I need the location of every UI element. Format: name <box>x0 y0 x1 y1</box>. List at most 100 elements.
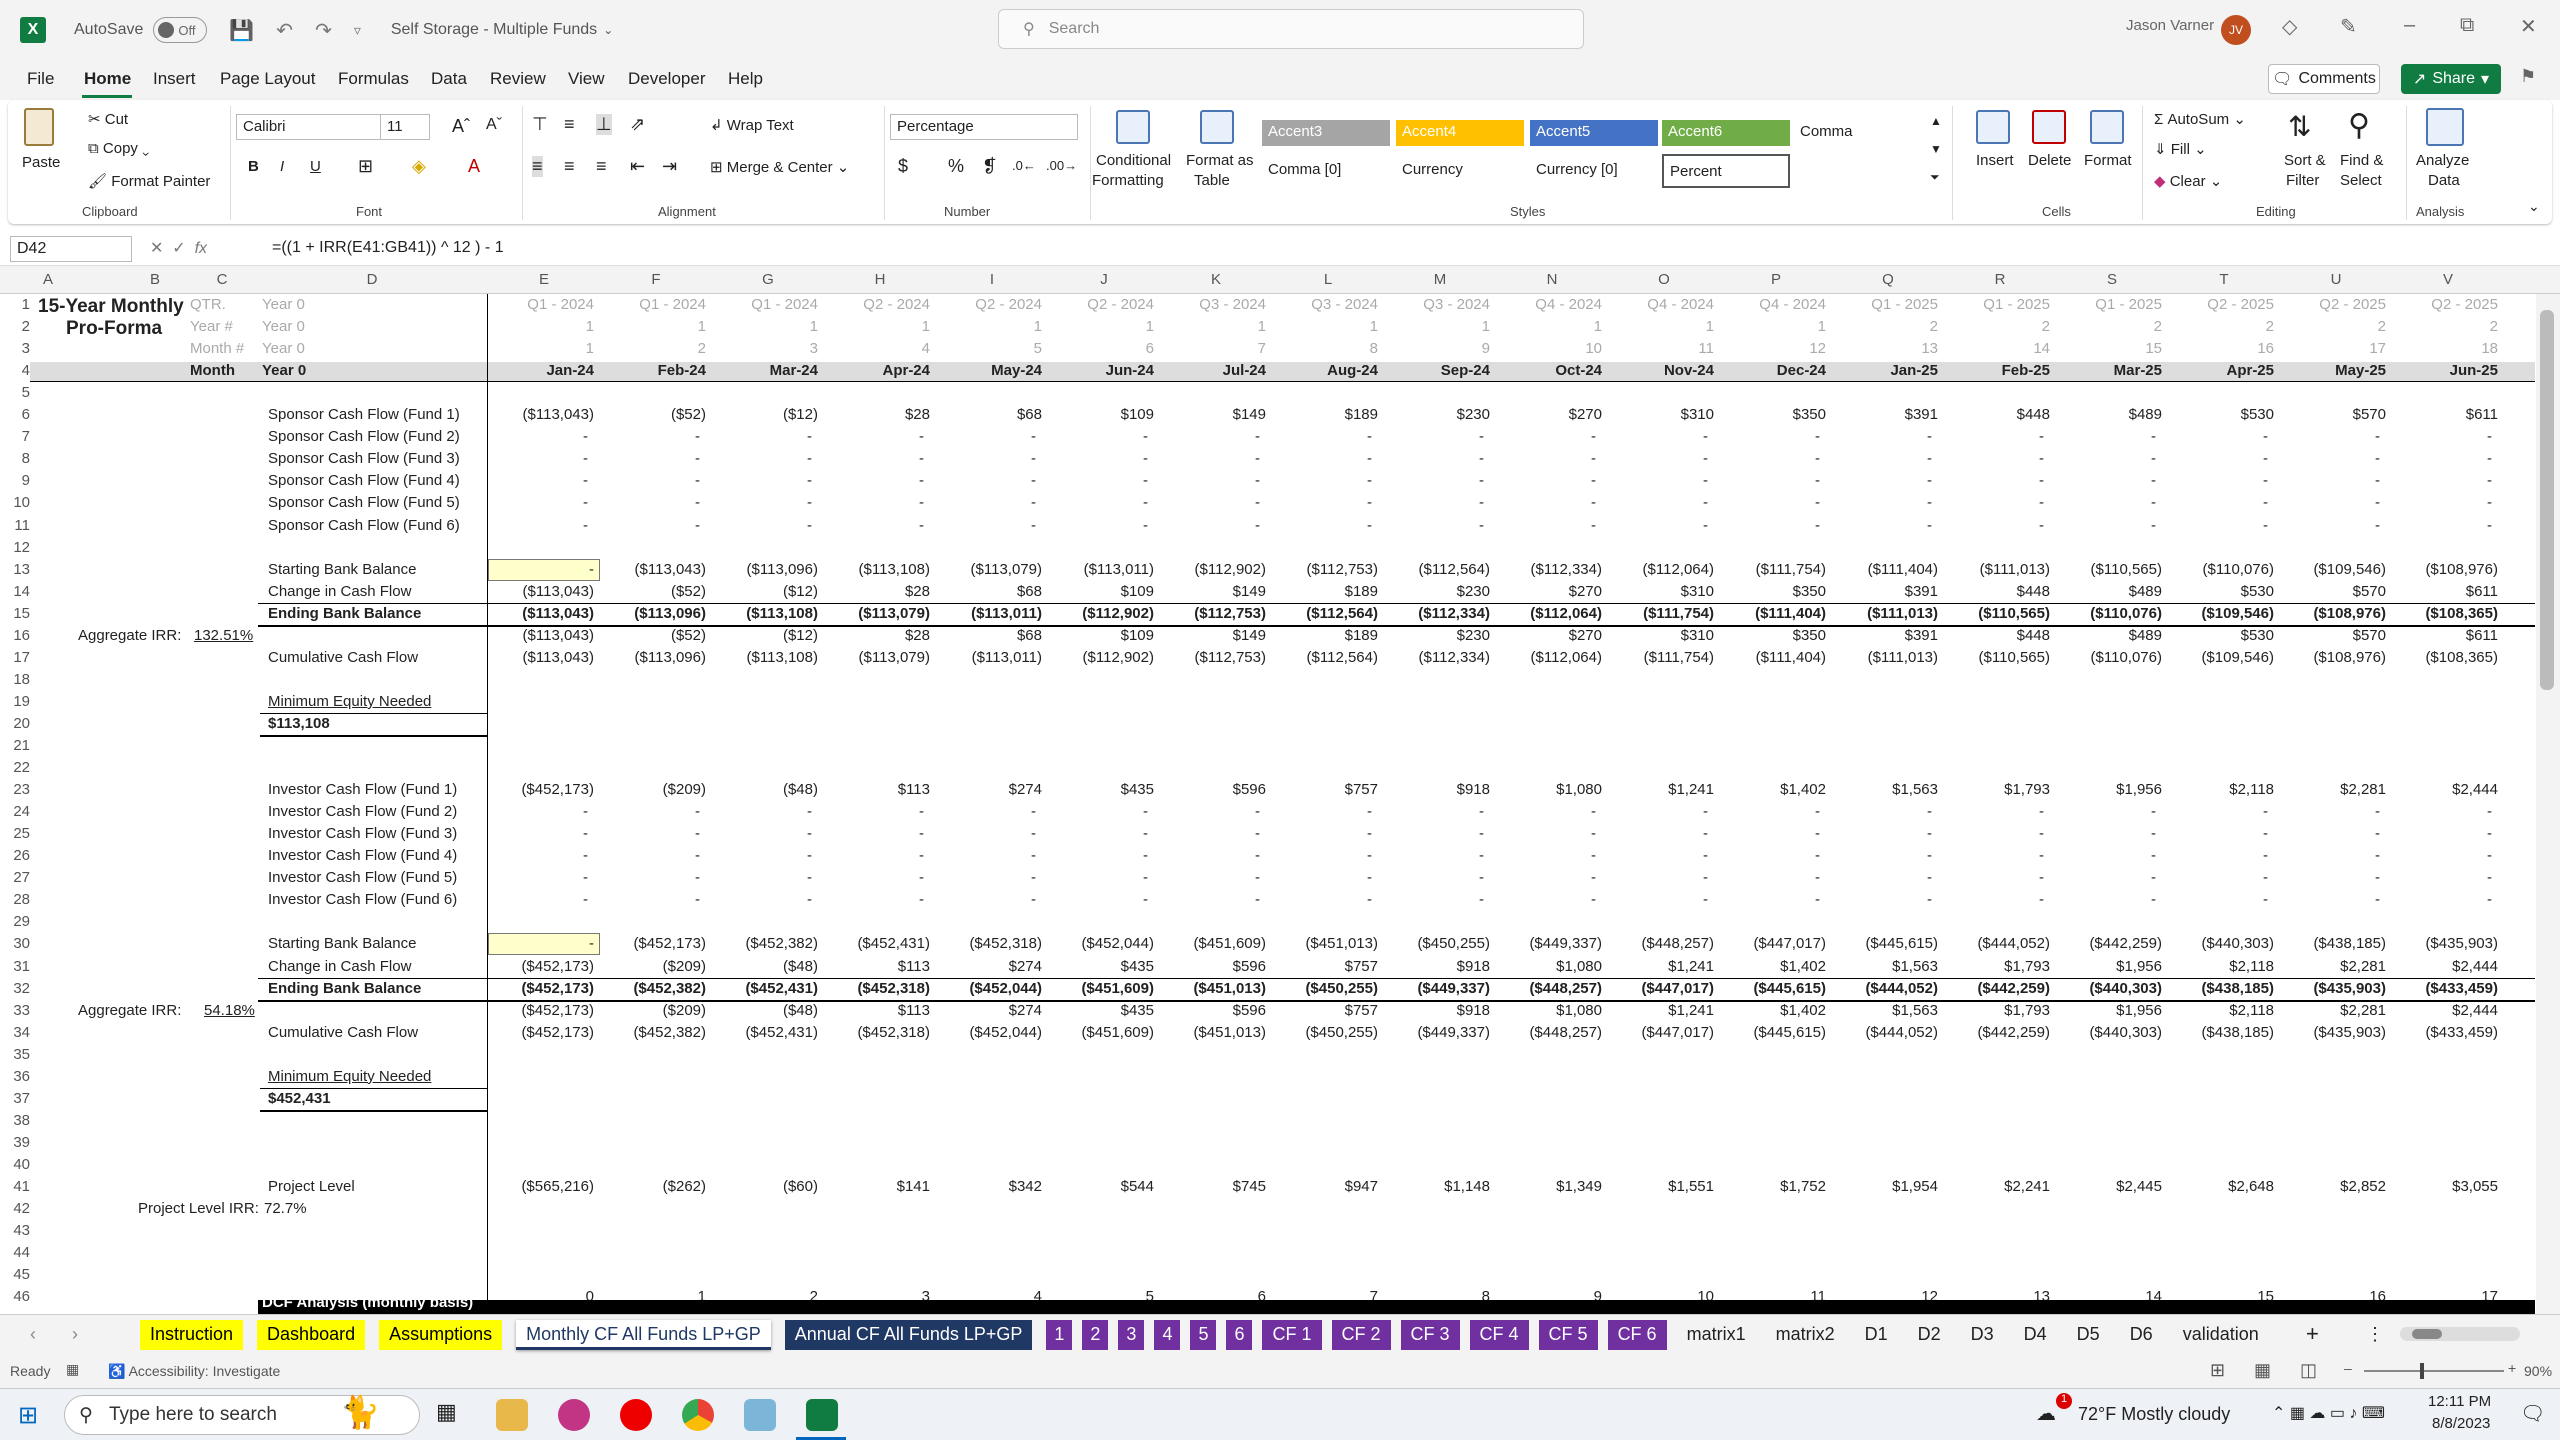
cell-dash-i26-13[interactable]: - <box>1944 847 2044 864</box>
row-header-9[interactable]: 9 <box>0 472 30 489</box>
cell-dash-i26-6[interactable]: - <box>1160 847 1260 864</box>
style-currency0[interactable]: Currency [0] <box>1530 158 1658 184</box>
cell-dash-s9-5[interactable]: - <box>1048 472 1148 489</box>
cell-investor_start-1[interactable]: ($452,173) <box>600 935 706 952</box>
cell-sponsor_end-17[interactable]: ($108,365) <box>2392 605 2498 622</box>
cell-quarters-17[interactable]: Q2 - 2025 <box>2392 296 2498 313</box>
cell-sponsor_f1-6[interactable]: $149 <box>1160 406 1266 423</box>
cell-years-12[interactable]: 2 <box>1832 318 1938 335</box>
cell-dash-i24-17[interactable]: - <box>2392 803 2492 820</box>
cell-years-1[interactable]: 1 <box>600 318 706 335</box>
cell-months-5[interactable]: Jun-24 <box>1048 362 1154 379</box>
cell-sponsor_f1-17[interactable]: $611 <box>2392 583 2498 600</box>
autosave-toggle[interactable]: Off <box>153 17 208 43</box>
cell-months-2[interactable]: Mar-24 <box>712 362 818 379</box>
cell-dash-i24-14[interactable]: - <box>2056 803 2156 820</box>
cell-months-4[interactable]: May-24 <box>936 362 1042 379</box>
cell-sponsor_start-0[interactable]: - <box>488 561 594 578</box>
column-header-D[interactable]: D <box>352 271 392 288</box>
investor-label-2[interactable]: Investor Cash Flow (Fund 2) <box>268 803 457 820</box>
cell-investor_end-14[interactable]: ($440,303) <box>2056 980 2162 997</box>
cell-months-7[interactable]: Aug-24 <box>1272 362 1378 379</box>
cell-investor_start-0[interactable]: - <box>488 935 594 952</box>
sheet-subtitle[interactable]: Pro-Forma <box>66 318 162 340</box>
cell-dash-i28-9[interactable]: - <box>1496 891 1596 908</box>
cell-sponsor_f1-4[interactable]: $68 <box>936 627 1042 644</box>
zoom-level[interactable]: 90% <box>2524 1363 2552 1379</box>
cell-sponsor_start-5[interactable]: ($113,011) <box>1048 561 1154 578</box>
accessibility-status[interactable]: ♿ Accessibility: Investigate <box>108 1363 280 1380</box>
cell-investor_f1-12[interactable]: $1,563 <box>1832 781 1938 798</box>
cell-dash-i26-16[interactable]: - <box>2280 847 2380 864</box>
cell-project-8[interactable]: $1,148 <box>1384 1178 1490 1195</box>
cell-quarters-8[interactable]: Q3 - 2024 <box>1384 296 1490 313</box>
cell-years-6[interactable]: 1 <box>1160 318 1266 335</box>
cell-dash-i24-1[interactable]: - <box>600 803 700 820</box>
cell-dash-i25-14[interactable]: - <box>2056 825 2156 842</box>
cell-investor_start-8[interactable]: ($450,255) <box>1384 935 1490 952</box>
cell-dash-s9-9[interactable]: - <box>1496 472 1596 489</box>
cell-dash-i24-0[interactable]: - <box>488 803 588 820</box>
cell-years-11[interactable]: 1 <box>1720 318 1826 335</box>
column-header-H[interactable]: H <box>860 271 900 288</box>
cell-dash-i28-17[interactable]: - <box>2392 891 2492 908</box>
cell-investor_start-14[interactable]: ($442,259) <box>2056 935 2162 952</box>
cell-sponsor_start-13[interactable]: ($111,013) <box>1944 561 2050 578</box>
cell-dash-s9-7[interactable]: - <box>1272 472 1372 489</box>
investor-starting-label[interactable]: Starting Bank Balance <box>268 935 416 952</box>
row-header-1[interactable]: 1 <box>0 296 30 313</box>
title-chevron-icon[interactable]: ⌄ <box>603 23 613 37</box>
close-icon[interactable]: ✕ <box>2520 14 2537 39</box>
file-explorer-icon[interactable] <box>496 1399 528 1431</box>
align-bottom-icon[interactable]: ⊥ <box>596 114 612 135</box>
cell-sponsor_f1-5[interactable]: $109 <box>1048 583 1154 600</box>
cell-months-10[interactable]: Nov-24 <box>1608 362 1714 379</box>
sponsor-cumulative-label[interactable]: Cumulative Cash Flow <box>268 649 418 666</box>
cell-sponsor_f1-11[interactable]: $350 <box>1720 627 1826 644</box>
underline-icon[interactable]: U <box>310 158 321 175</box>
sponsor-ending-label[interactable]: Ending Bank Balance <box>268 605 421 622</box>
format-cells-button[interactable]: Format <box>2084 152 2132 169</box>
zoom-in-icon[interactable]: + <box>2508 1360 2516 1376</box>
cell-dash-s8-1[interactable]: - <box>600 450 700 467</box>
cell-investor_f1-11[interactable]: $1,402 <box>1720 1002 1826 1019</box>
cell-months-1[interactable]: Feb-24 <box>600 362 706 379</box>
insert-cells-icon[interactable] <box>1976 110 2010 144</box>
cell-dash-s7-0[interactable]: - <box>488 428 588 445</box>
cell-sponsor_f1-4[interactable]: $68 <box>936 406 1042 423</box>
sheet-title[interactable]: 15-Year Monthly <box>38 296 184 318</box>
cell-investor_end-4[interactable]: ($452,044) <box>936 1024 1042 1041</box>
cell-dash-s11-6[interactable]: - <box>1160 517 1260 534</box>
cell-dash-s8-10[interactable]: - <box>1608 450 1708 467</box>
cell-investor_f1-3[interactable]: $113 <box>824 958 930 975</box>
cell-dash-i26-14[interactable]: - <box>2056 847 2156 864</box>
cell-dash-i25-9[interactable]: - <box>1496 825 1596 842</box>
cell-dash-i24-15[interactable]: - <box>2168 803 2268 820</box>
cell-months_num-15[interactable]: 16 <box>2168 340 2274 357</box>
sponsor-change-label[interactable]: Change in Cash Flow <box>268 583 411 600</box>
row-header-33[interactable]: 33 <box>0 1002 30 1019</box>
cell-dash-i26-12[interactable]: - <box>1832 847 1932 864</box>
cell-dash-s8-13[interactable]: - <box>1944 450 2044 467</box>
format-cells-icon[interactable] <box>2090 110 2124 144</box>
insert-cells-button[interactable]: Insert <box>1976 152 2014 169</box>
cell-dash-s10-17[interactable]: - <box>2392 494 2492 511</box>
cell-dash-s9-12[interactable]: - <box>1832 472 1932 489</box>
scroll-thumb[interactable] <box>2540 310 2554 690</box>
row-header-23[interactable]: 23 <box>0 781 30 798</box>
align-left-icon[interactable]: ≡ <box>532 156 543 177</box>
row-header-4[interactable]: 4 <box>0 362 30 379</box>
sponsor-starting-label[interactable]: Starting Bank Balance <box>268 561 416 578</box>
sheet-tab-4[interactable]: 4 <box>1154 1320 1181 1350</box>
currency-icon[interactable]: $ <box>898 156 908 177</box>
cell-investor_f1-4[interactable]: $274 <box>936 1002 1042 1019</box>
menu-file[interactable]: File <box>27 69 54 89</box>
cell-investor_f1-5[interactable]: $435 <box>1048 1002 1154 1019</box>
font-color-icon[interactable]: A <box>468 156 480 177</box>
weather-icon[interactable]: ☁ <box>2036 1401 2056 1426</box>
fill-color-icon[interactable]: ◈ <box>412 156 426 177</box>
cell-dash-s10-13[interactable]: - <box>1944 494 2044 511</box>
analyze-data-icon[interactable] <box>2426 108 2464 146</box>
row-header-18[interactable]: 18 <box>0 671 30 688</box>
bold-icon[interactable]: B <box>248 158 259 175</box>
